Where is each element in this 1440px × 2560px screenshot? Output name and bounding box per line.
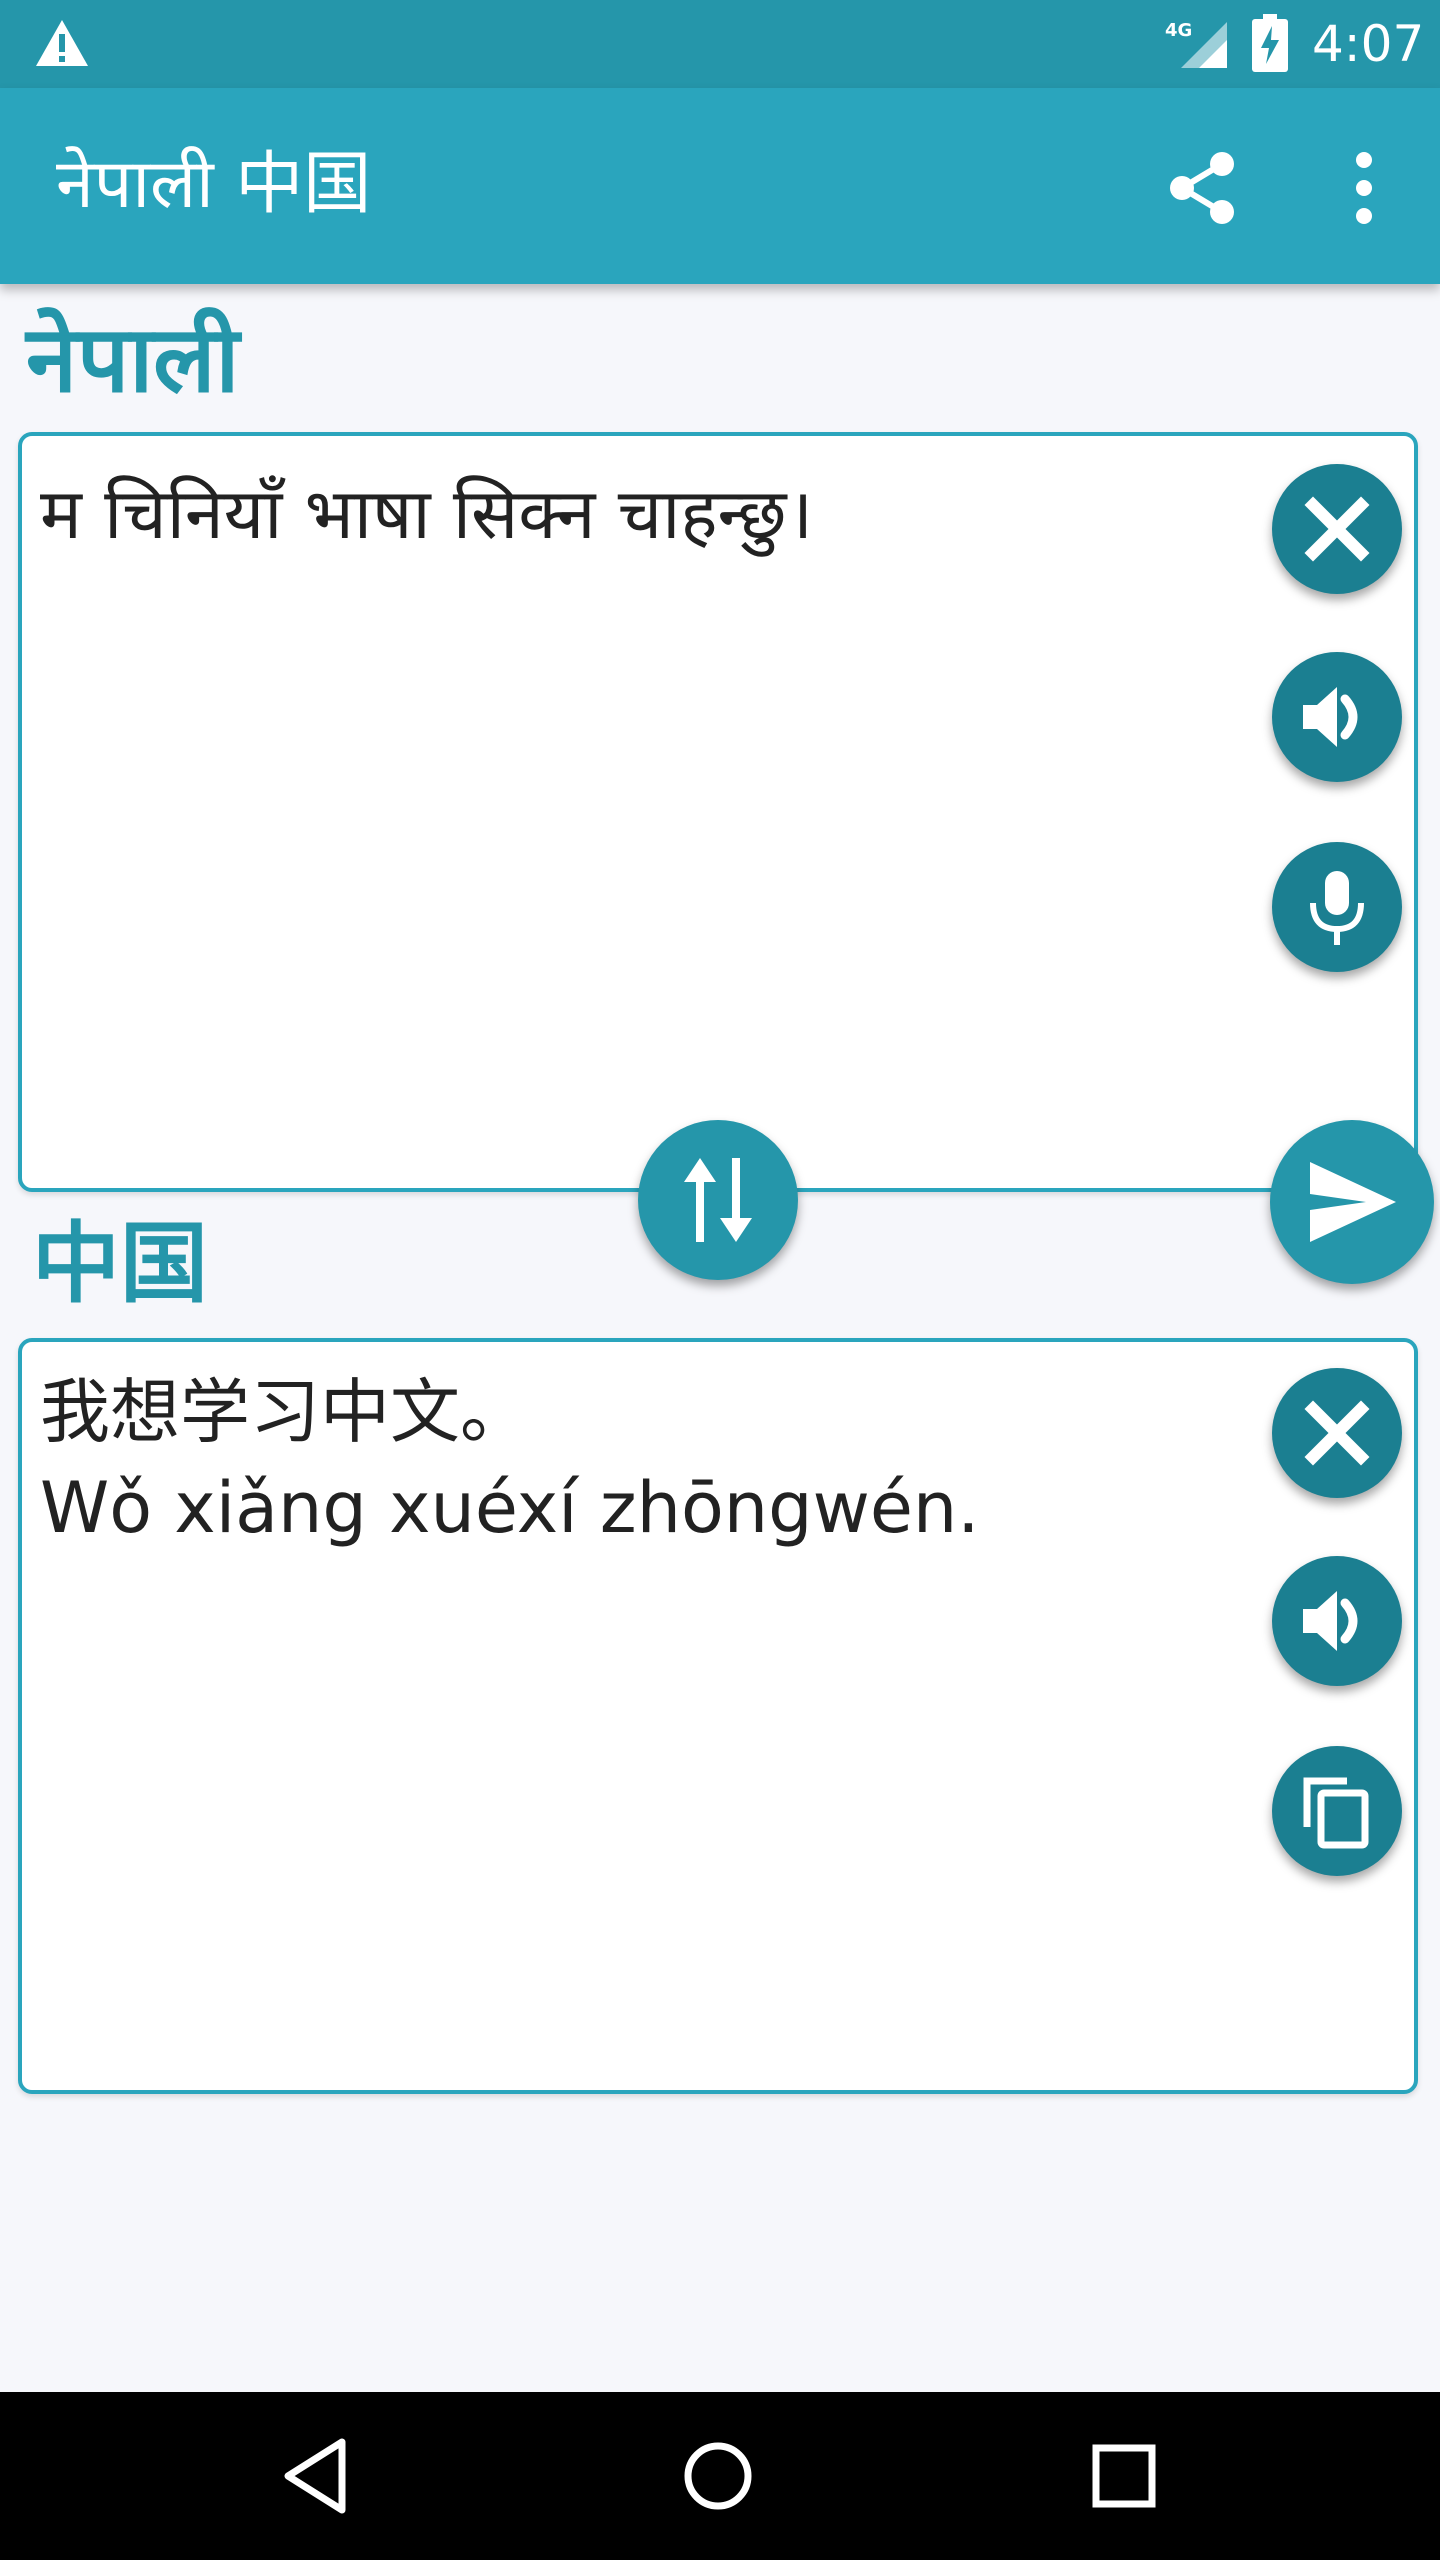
clear-icon — [1304, 496, 1370, 562]
app-title: नेपाली 中国 — [56, 145, 372, 224]
copy-icon — [1303, 1777, 1369, 1849]
swap-languages-button[interactable] — [638, 1120, 798, 1280]
translate-button[interactable] — [1270, 1120, 1434, 1284]
translated-text: 我想学习中文。 — [40, 1371, 530, 1453]
source-text: म चिनियाँ भाषा सिक्न चाहन्छु। — [40, 473, 814, 555]
target-text-panel[interactable]: 我想学习中文。 Wǒ xiǎng xuéxí zhōngwén. — [18, 1338, 1418, 2094]
source-text-input[interactable]: म चिनियाँ भाषा सिक्न चाहन्छु। — [40, 466, 1260, 562]
source-text-panel[interactable]: म चिनियाँ भाषा सिक्न चाहन्छु। — [18, 432, 1418, 1192]
speaker-icon — [1303, 687, 1358, 747]
home-icon[interactable] — [676, 2434, 760, 2518]
swap-icon — [684, 1158, 752, 1242]
navigation-bar — [0, 2392, 1440, 2560]
status-bar: 4G 4:07 — [0, 0, 1440, 88]
send-icon — [1310, 1162, 1396, 1242]
speak-translation-button[interactable] — [1272, 1556, 1402, 1686]
translation-output: 我想学习中文。 Wǒ xiǎng xuéxí zhōngwén. — [40, 1364, 1260, 1556]
voice-input-button[interactable] — [1272, 842, 1402, 972]
microphone-icon — [1310, 871, 1364, 945]
clear-icon — [1304, 1400, 1370, 1466]
speak-source-button[interactable] — [1272, 652, 1402, 782]
recents-icon[interactable] — [1082, 2434, 1166, 2518]
copy-translation-button[interactable] — [1272, 1746, 1402, 1876]
clear-translation-button[interactable] — [1272, 1368, 1402, 1498]
more-vert-icon[interactable] — [1334, 150, 1394, 226]
share-icon[interactable] — [1166, 150, 1238, 226]
battery-charging-icon — [1252, 14, 1288, 72]
warning-icon — [36, 20, 88, 66]
network-type-label: 4G — [1165, 20, 1192, 41]
back-icon[interactable] — [276, 2434, 360, 2518]
clear-source-button[interactable] — [1272, 464, 1402, 594]
speaker-icon — [1303, 1591, 1358, 1651]
status-time: 4:07 — [1312, 15, 1425, 73]
app-bar: नेपाली 中国 — [0, 88, 1440, 284]
signal-icon: 4G — [1165, 20, 1227, 68]
target-language-label[interactable]: 中国 — [32, 1204, 208, 1324]
pinyin-text: Wǒ xiǎng xuéxí zhōngwén. — [40, 1467, 980, 1549]
source-language-label[interactable]: नेपाली — [26, 300, 239, 420]
